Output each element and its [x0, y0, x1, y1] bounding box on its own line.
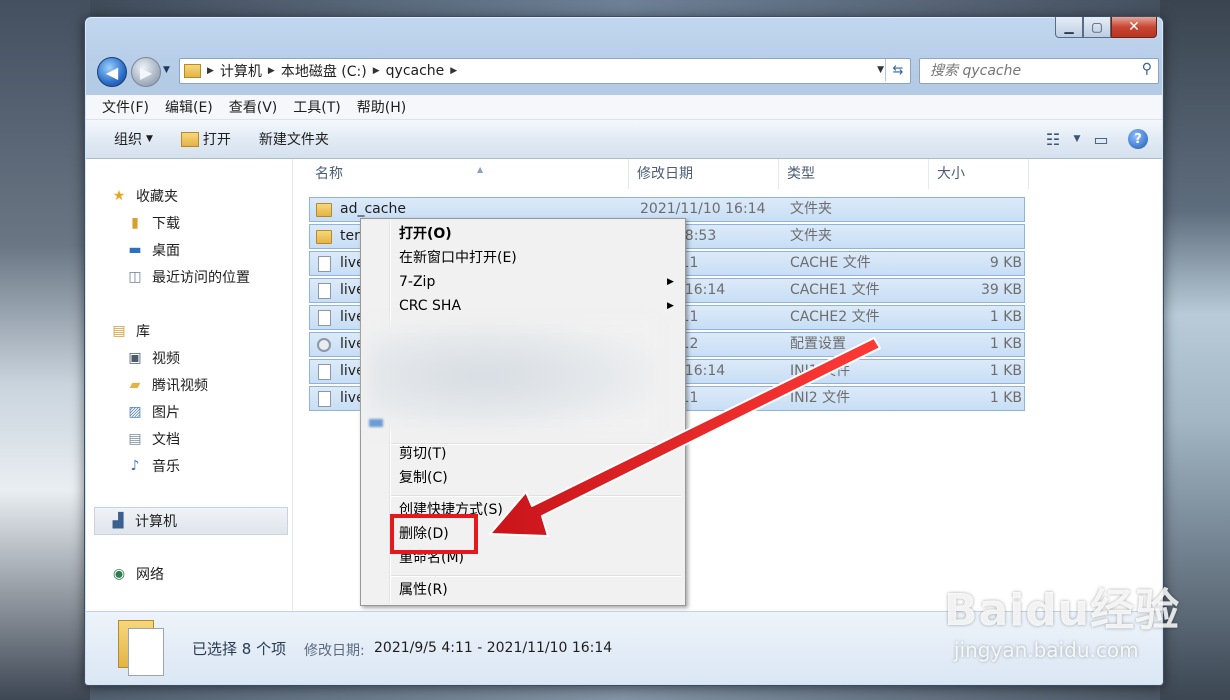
watermark-url: jingyan.baidu.com [954, 638, 1139, 662]
baidu-watermark: Baidu经验 jingyan.baidu.com [944, 574, 1180, 662]
arrow-shape [489, 337, 881, 537]
watermark-brand: Baidu经验 [944, 585, 1181, 636]
